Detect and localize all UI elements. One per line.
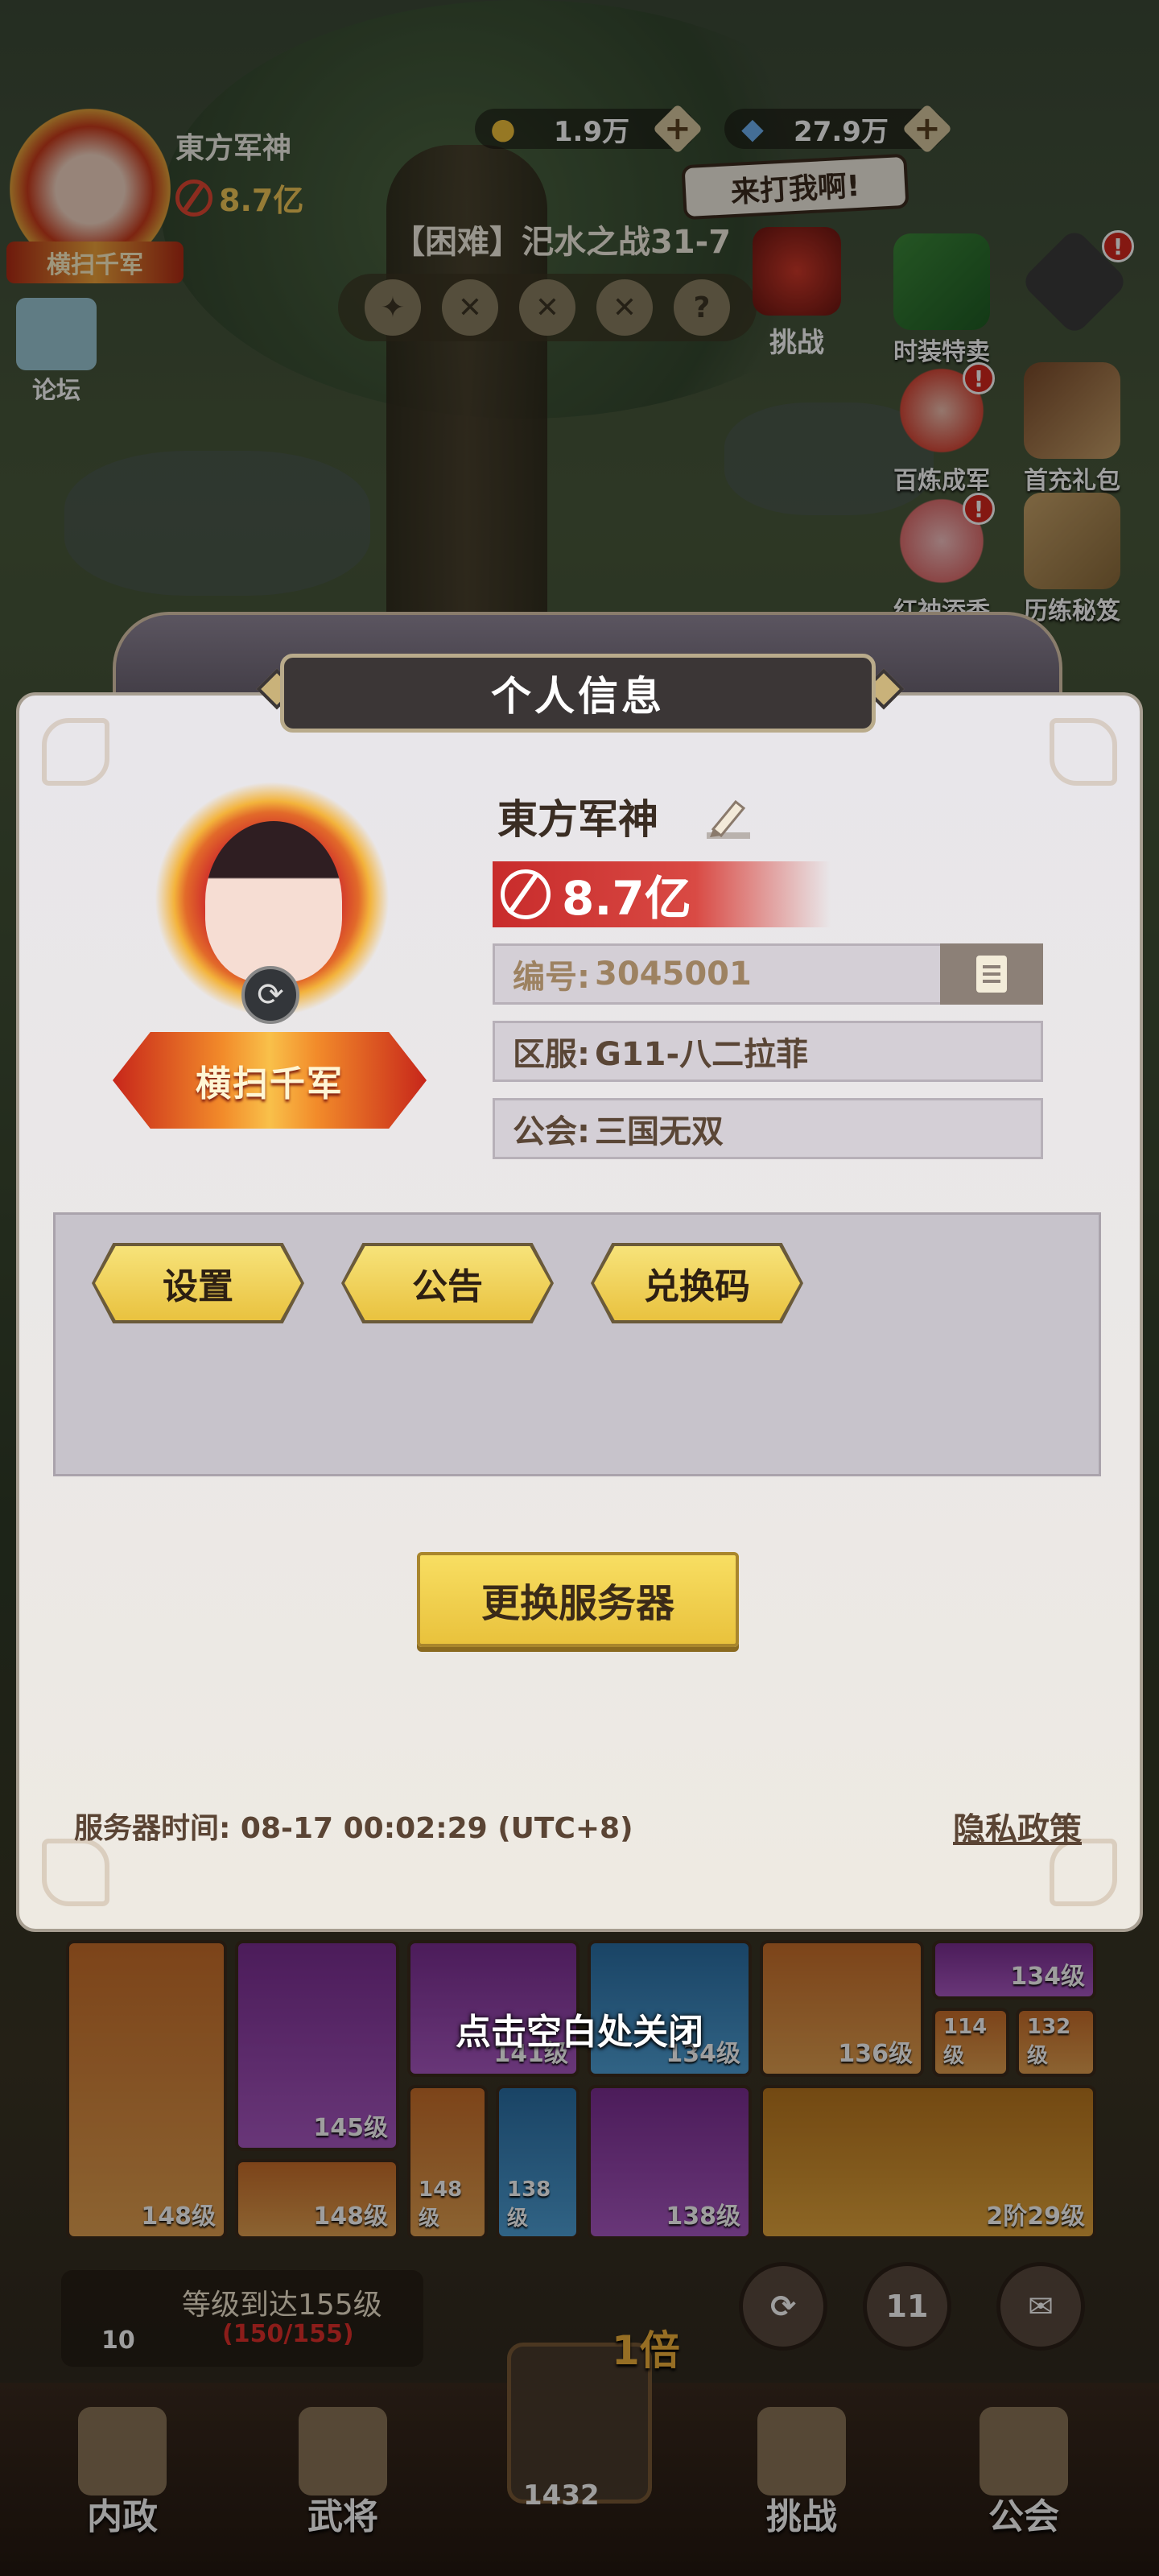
- server-row: 区服: G11-八二拉菲: [493, 1021, 1043, 1082]
- server-value: G11-八二拉菲: [595, 1036, 809, 1073]
- notice-label: 公告: [412, 1266, 483, 1307]
- title-badge[interactable]: 横扫千军: [113, 1032, 427, 1129]
- change-server-label: 更换服务器: [481, 1581, 674, 1626]
- guild-label: 公会:: [513, 1113, 590, 1150]
- edit-name-icon[interactable]: [700, 791, 757, 847]
- change-avatar-icon[interactable]: ⟳: [241, 966, 299, 1024]
- profile-name: 東方军神: [497, 796, 658, 843]
- notice-button[interactable]: 公告: [344, 1246, 551, 1320]
- redeem-code-label: 兑换码: [644, 1266, 750, 1307]
- title-badge-text: 横扫千军: [196, 1063, 344, 1104]
- corner-ornament: [27, 704, 124, 800]
- server-time: 服务器时间: 08-17 00:02:29 (UTC+8): [74, 1812, 633, 1845]
- guild-value: 三国无双: [595, 1113, 724, 1150]
- server-label: 区服:: [513, 1036, 590, 1073]
- close-hint: 点击空白处关闭: [456, 2012, 703, 2053]
- power-icon: [501, 869, 551, 919]
- settings-label: 设置: [163, 1266, 233, 1307]
- profile-power: 8.7亿: [493, 861, 831, 927]
- player-id-row: 编号: 3045001: [493, 943, 1043, 1005]
- player-id-value: 3045001: [595, 956, 752, 993]
- copy-icon: [976, 956, 1007, 993]
- profile-power-value: 8.7亿: [562, 871, 691, 926]
- copy-id-button[interactable]: [940, 943, 1043, 1005]
- corner-ornament: [1035, 704, 1132, 800]
- settings-button[interactable]: 设置: [95, 1246, 301, 1320]
- redeem-code-button[interactable]: 兑换码: [594, 1246, 800, 1320]
- change-server-button[interactable]: 更换服务器: [417, 1552, 739, 1647]
- privacy-policy-link[interactable]: 隐私政策: [953, 1803, 1082, 1850]
- player-id-label: 编号:: [513, 959, 590, 996]
- modal-title: 个人信息: [280, 654, 876, 733]
- modal-title-text: 个人信息: [491, 673, 665, 720]
- profile-avatar: [205, 821, 342, 982]
- guild-row: 公会: 三国无双: [493, 1098, 1043, 1159]
